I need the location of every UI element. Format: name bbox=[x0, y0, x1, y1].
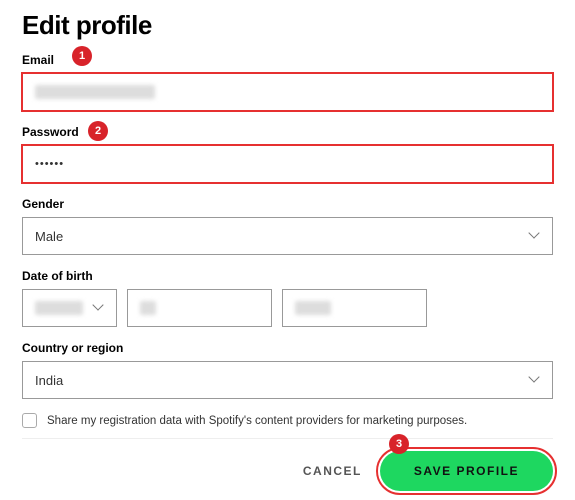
country-label: Country or region bbox=[22, 341, 553, 355]
save-profile-button[interactable]: SAVE PROFILE bbox=[380, 451, 553, 491]
country-field-group: Country or region India bbox=[22, 341, 553, 399]
redacted-year-value bbox=[295, 301, 331, 315]
dob-day-input[interactable] bbox=[127, 289, 272, 327]
password-input[interactable]: •••••• bbox=[22, 145, 553, 183]
dob-field-group: Date of birth bbox=[22, 269, 553, 327]
gender-label: Gender bbox=[22, 197, 553, 211]
gender-value: Male bbox=[35, 229, 63, 244]
annotation-badge-1: 1 bbox=[72, 46, 92, 66]
dob-month-select[interactable] bbox=[22, 289, 117, 327]
cancel-button[interactable]: CANCEL bbox=[303, 464, 362, 478]
page-title: Edit profile bbox=[22, 10, 553, 41]
marketing-consent-row[interactable]: Share my registration data with Spotify'… bbox=[22, 413, 553, 428]
country-select[interactable]: India bbox=[22, 361, 553, 399]
redacted-day-value bbox=[140, 301, 156, 315]
dob-year-input[interactable] bbox=[282, 289, 427, 327]
gender-field-group: Gender Male bbox=[22, 197, 553, 255]
redacted-email-value bbox=[35, 85, 155, 99]
password-masked-value: •••••• bbox=[35, 158, 64, 170]
email-field-group: Email bbox=[22, 53, 553, 111]
marketing-consent-label: Share my registration data with Spotify'… bbox=[47, 415, 467, 427]
email-label: Email bbox=[22, 53, 553, 67]
divider bbox=[22, 438, 553, 439]
checkbox-icon[interactable] bbox=[22, 413, 37, 428]
annotation-badge-2: 2 bbox=[88, 121, 108, 141]
form-actions: CANCEL SAVE PROFILE bbox=[22, 451, 553, 499]
redacted-month-value bbox=[35, 301, 83, 315]
gender-select[interactable]: Male bbox=[22, 217, 553, 255]
country-value: India bbox=[35, 373, 63, 388]
dob-label: Date of birth bbox=[22, 269, 553, 283]
chevron-down-icon bbox=[530, 375, 540, 385]
annotation-badge-3: 3 bbox=[389, 434, 409, 454]
chevron-down-icon bbox=[530, 231, 540, 241]
chevron-down-icon bbox=[94, 303, 104, 313]
email-input[interactable] bbox=[22, 73, 553, 111]
